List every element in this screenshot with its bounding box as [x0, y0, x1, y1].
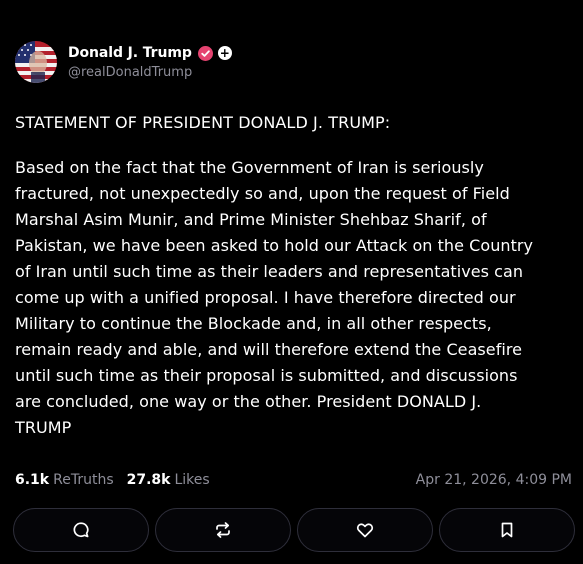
follow-plus-icon[interactable]: +: [217, 46, 232, 60]
post-action-bar: [13, 508, 575, 552]
likes-count[interactable]: 27.8k: [127, 472, 171, 488]
post-header: Donald J. Trump + @realDonaldTrump: [15, 41, 232, 83]
avatar-flag-portrait-icon: [15, 41, 57, 83]
post-body: Based on the fact that the Government of…: [15, 155, 570, 441]
post-timestamp[interactable]: Apr 21, 2026, 4:09 PM: [416, 472, 572, 488]
post-body-line: come up with a unified proposal. I have …: [15, 288, 516, 307]
heart-icon: [356, 523, 374, 538]
reply-icon: [73, 522, 89, 538]
post-body-line: Marshal Asim Munir, and Prime Minister S…: [15, 210, 487, 229]
bookmark-icon: [501, 522, 513, 538]
user-handle[interactable]: @realDonaldTrump: [68, 65, 232, 80]
post-body-line: Military to continue the Blockade and, i…: [15, 314, 492, 333]
reply-button[interactable]: [13, 508, 149, 552]
post-body-line: of Iran until such time as their leaders…: [15, 262, 524, 281]
post-body-line: Pakistan, we have been asked to hold our…: [15, 236, 534, 255]
post-body-line: are concluded, one way or the other. Pre…: [15, 392, 482, 411]
retruth-icon: [216, 522, 230, 538]
post-body-line: Based on the fact that the Government of…: [15, 158, 484, 177]
likes-label[interactable]: Likes: [174, 472, 209, 488]
post-body-line: TRUMP: [15, 418, 72, 437]
post-body-line: fractured, not unexpectedly so and, upon…: [15, 184, 510, 203]
retruths-label[interactable]: ReTruths: [53, 472, 114, 488]
retruth-button[interactable]: [155, 508, 291, 552]
retruths-count[interactable]: 6.1k: [15, 472, 49, 488]
post-body-line: until such time as their proposal is sub…: [15, 366, 518, 385]
verified-badge-icon: [197, 45, 213, 61]
avatar[interactable]: [15, 41, 57, 83]
post-title: STATEMENT OF PRESIDENT DONALD J. TRUMP:: [15, 113, 391, 132]
post-body-line: remain ready and able, and will therefor…: [15, 340, 523, 359]
like-button[interactable]: [297, 508, 433, 552]
display-name[interactable]: Donald J. Trump: [68, 45, 192, 61]
bookmark-button[interactable]: [439, 508, 575, 552]
post-stats: 6.1k ReTruths 27.8k Likes: [15, 472, 210, 488]
